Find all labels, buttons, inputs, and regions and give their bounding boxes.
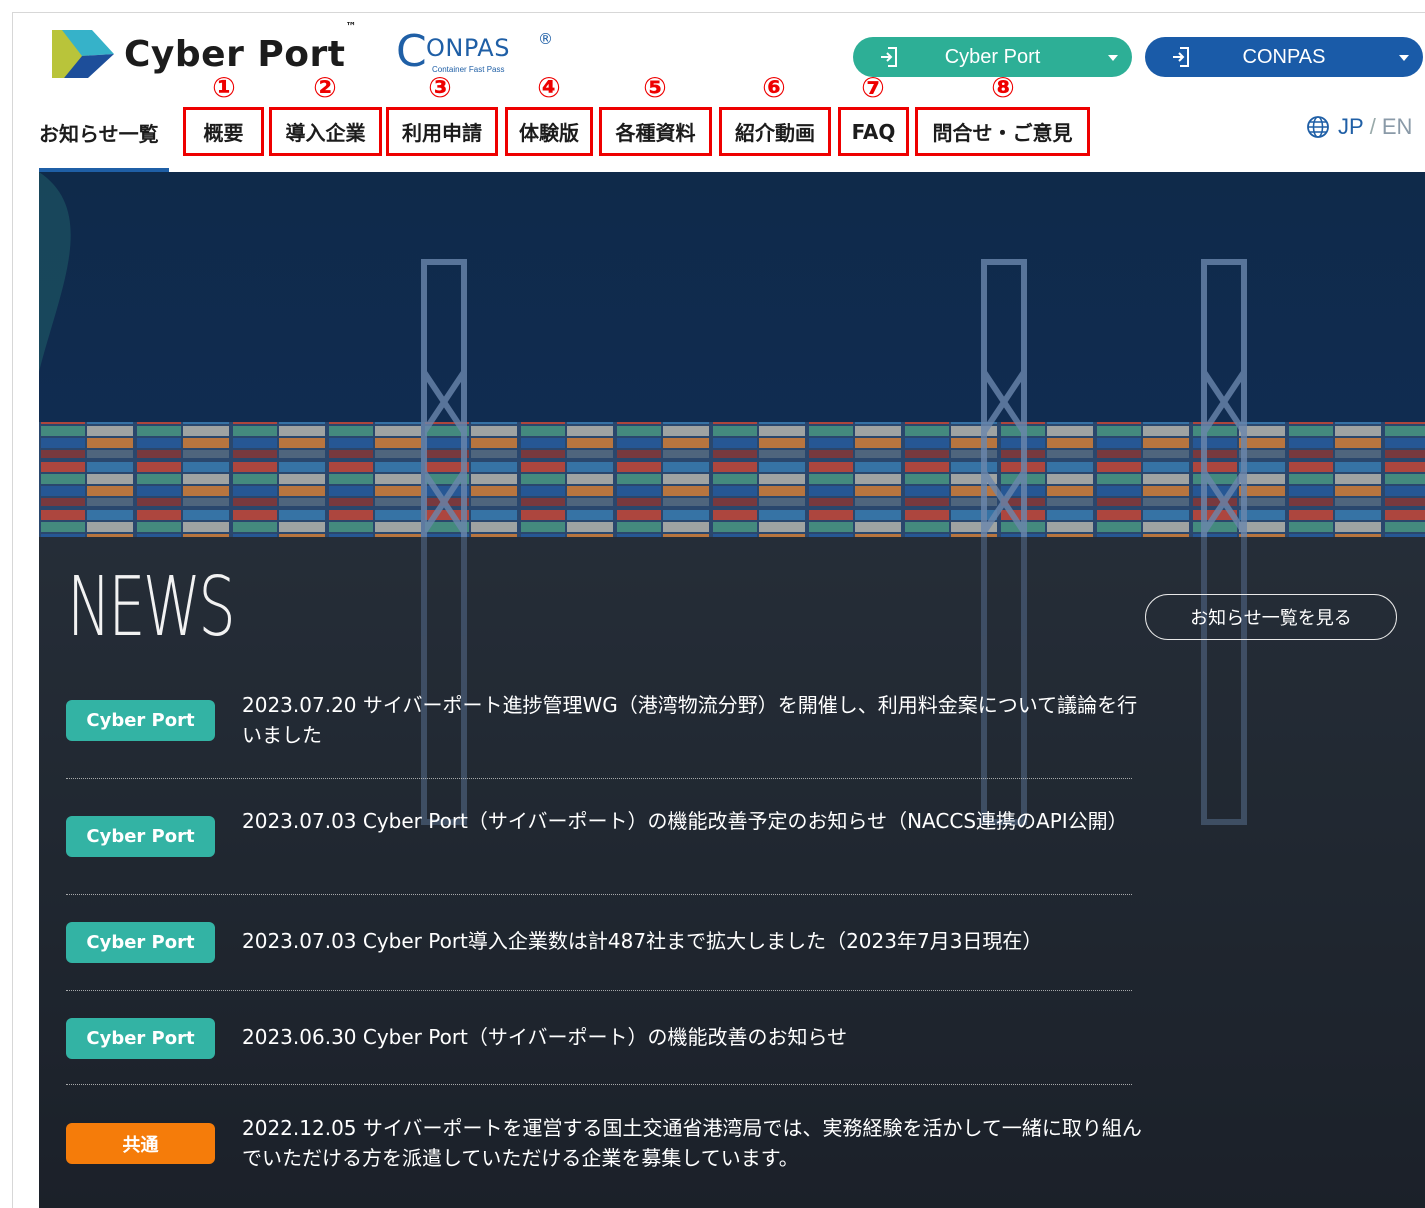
news-divider	[66, 778, 1132, 779]
news-text[interactable]: 2023.07.03 Cyber Port導入企業数は計487社まで拡大しました…	[242, 926, 1142, 956]
news-item[interactable]: Cyber Port 2023.07.03 Cyber Port導入企業数は計4…	[66, 922, 1132, 964]
nav-item-videos[interactable]: 紹介動画	[719, 107, 831, 156]
nav-item-news-list[interactable]: お知らせ一覧	[39, 118, 159, 147]
nav-item-documents[interactable]: 各種資料	[599, 107, 712, 156]
news-text[interactable]: 2023.06.30 Cyber Port（サイバーポート）の機能改善のお知らせ	[242, 1022, 1142, 1052]
annotation-number: ⑥	[762, 71, 786, 104]
news-tag-cyber-port: Cyber Port	[66, 922, 215, 963]
conpas-login-label: CONPAS	[1242, 45, 1326, 68]
news-text[interactable]: 2022.12.05 サイバーポートを運営する国土交通省港湾局では、実務経験を活…	[242, 1113, 1142, 1173]
annotation-number: ⑤	[643, 71, 667, 104]
news-tag-cyber-port: Cyber Port	[66, 816, 215, 857]
nav-item-overview[interactable]: 概要	[183, 107, 264, 156]
news-text[interactable]: 2023.07.03 Cyber Port（サイバーポート）の機能改善予定のお知…	[242, 806, 1142, 836]
logo-text: Cyber Port™	[124, 19, 357, 75]
conpas-login-button[interactable]: CONPAS	[1145, 37, 1423, 77]
news-heading: NEWS	[67, 560, 236, 655]
hero-news-section: NEWS お知らせ一覧を見る Cyber Port 2023.07.20 サイバ…	[39, 172, 1425, 1208]
news-divider	[66, 1084, 1132, 1085]
news-tag-common: 共通	[66, 1123, 215, 1164]
news-item[interactable]: Cyber Port 2023.07.03 Cyber Port（サイバーポート…	[66, 806, 1132, 876]
annotation-number: ①	[212, 71, 236, 104]
news-divider	[66, 990, 1132, 991]
chevron-down-icon	[1108, 55, 1118, 61]
cyber-port-login-label: Cyber Port	[944, 45, 1041, 68]
nav-item-companies[interactable]: 導入企業	[269, 107, 382, 156]
news-tag-cyber-port: Cyber Port	[66, 1018, 215, 1059]
chevron-down-icon	[1399, 55, 1409, 61]
view-all-news-button[interactable]: お知らせ一覧を見る	[1145, 594, 1397, 640]
lang-jp-link[interactable]: JP	[1338, 114, 1364, 140]
cyber-port-logo-mark-icon	[52, 30, 114, 78]
news-item[interactable]: Cyber Port 2023.07.20 サイバーポート進捗管理WG（港湾物流…	[66, 690, 1137, 760]
nav-item-application[interactable]: 利用申請	[386, 107, 498, 156]
lang-en-link[interactable]: EN	[1382, 114, 1413, 140]
news-divider	[66, 894, 1132, 895]
nav-item-contact[interactable]: 問合せ・ご意見	[915, 107, 1090, 156]
language-switcher: JP / EN	[1306, 114, 1412, 140]
annotation-number: ⑧	[991, 71, 1015, 104]
annotation-number: ④	[537, 71, 561, 104]
nav-item-faq[interactable]: FAQ	[838, 107, 909, 156]
globe-icon	[1307, 116, 1329, 138]
annotation-number: ⑦	[861, 71, 885, 104]
annotation-number: ②	[313, 71, 337, 104]
news-item[interactable]: Cyber Port 2023.06.30 Cyber Port（サイバーポート…	[66, 1018, 1132, 1060]
nav-item-trial[interactable]: 体験版	[505, 107, 593, 156]
news-text[interactable]: 2023.07.20 サイバーポート進捗管理WG（港湾物流分野）を開催し、利用料…	[242, 690, 1142, 750]
news-tag-cyber-port: Cyber Port	[66, 700, 215, 741]
news-item[interactable]: 共通 2022.12.05 サイバーポートを運営する国土交通省港湾局では、実務経…	[66, 1113, 1142, 1183]
annotation-number: ③	[428, 71, 452, 104]
